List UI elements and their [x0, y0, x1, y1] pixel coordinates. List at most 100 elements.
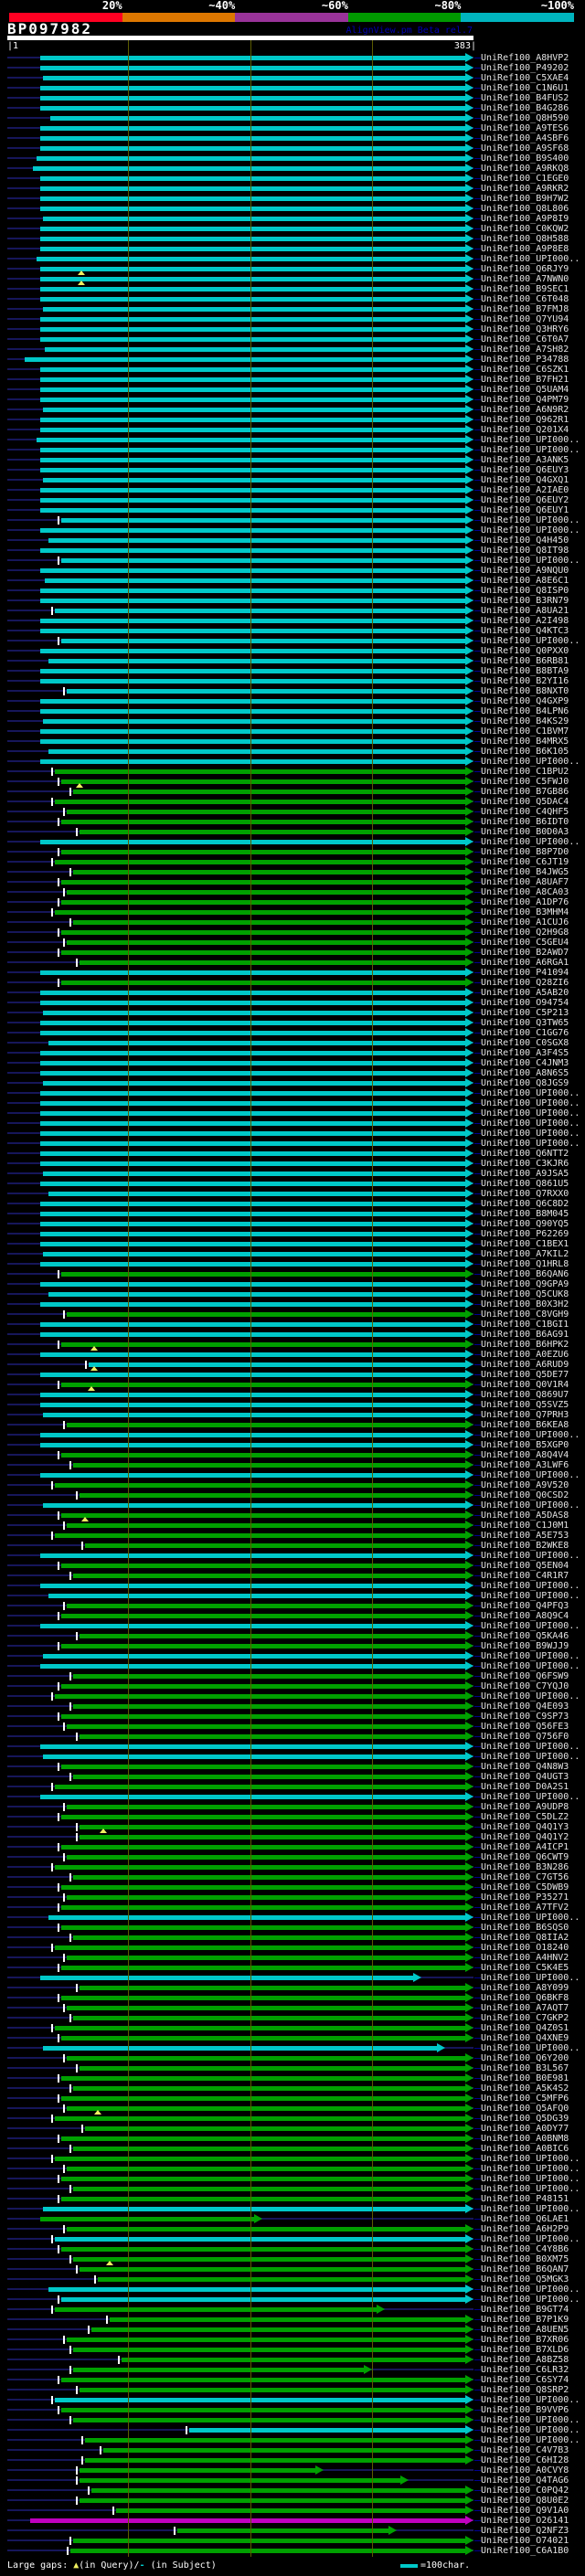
alignment-arrow-icon[interactable]	[465, 164, 473, 173]
alignment-bar[interactable]	[61, 2076, 465, 2081]
alignment-arrow-icon[interactable]	[465, 204, 473, 213]
alignment-arrow-icon[interactable]	[465, 224, 473, 233]
subject-label[interactable]: UniRef100_B6RB81	[481, 656, 569, 666]
alignment-arrow-icon[interactable]	[465, 395, 473, 404]
alignment-bar[interactable]	[40, 398, 465, 402]
alignment-arrow-icon[interactable]	[465, 1792, 473, 1801]
subject-label[interactable]: UniRef100_A3ANK5	[481, 455, 569, 465]
subject-label[interactable]: UniRef100_Q4XNE9	[481, 2033, 569, 2043]
alignment-bar[interactable]	[40, 588, 465, 593]
alignment-arrow-icon[interactable]	[437, 2043, 445, 2052]
alignment-arrow-icon[interactable]	[465, 1209, 473, 1218]
alignment-arrow-icon[interactable]	[465, 938, 473, 947]
alignment-bar[interactable]	[73, 2016, 465, 2020]
subject-label[interactable]: UniRef100_A4HNV2	[481, 1953, 569, 1963]
alignment-arrow-icon[interactable]	[465, 1802, 473, 1811]
alignment-arrow-icon[interactable]	[465, 2244, 473, 2253]
alignment-arrow-icon[interactable]	[465, 777, 473, 786]
alignment-bar[interactable]	[48, 538, 465, 543]
alignment-bar[interactable]	[40, 970, 465, 975]
alignment-bar[interactable]	[80, 1835, 465, 1839]
alignment-bar[interactable]	[40, 337, 465, 342]
subject-label[interactable]: UniRef100_C4JNM3	[481, 1058, 569, 1068]
subject-label[interactable]: UniRef100_Q1HRL8	[481, 1259, 569, 1269]
alignment-bar[interactable]	[61, 1845, 465, 1850]
alignment-bar[interactable]	[70, 2549, 465, 2553]
subject-label[interactable]: UniRef100_UPI000..	[481, 1742, 580, 1752]
alignment-bar[interactable]	[61, 1966, 465, 1970]
alignment-bar[interactable]	[48, 1041, 465, 1045]
subject-label[interactable]: UniRef100_UPI000..	[481, 1973, 580, 1983]
alignment-bar[interactable]	[40, 1584, 465, 1588]
subject-label[interactable]: UniRef100_A8Q9C4	[481, 1611, 569, 1621]
subject-label[interactable]: UniRef100_Q4KTC3	[481, 626, 569, 636]
alignment-bar[interactable]	[40, 1373, 465, 1377]
alignment-arrow-icon[interactable]	[465, 616, 473, 625]
subject-label[interactable]: UniRef100_UPI000..	[481, 757, 580, 767]
alignment-arrow-icon[interactable]	[465, 284, 473, 293]
alignment-arrow-icon[interactable]	[465, 1018, 473, 1027]
subject-label[interactable]: UniRef100_Q4N8W3	[481, 1762, 569, 1772]
alignment-bar[interactable]	[40, 679, 465, 684]
alignment-bar[interactable]	[91, 2488, 465, 2493]
subject-label[interactable]: UniRef100_UPI000..	[481, 1621, 580, 1631]
subject-label[interactable]: UniRef100_Q0V1R4	[481, 1380, 569, 1390]
subject-label[interactable]: UniRef100_B6QAN7	[481, 2264, 569, 2274]
alignment-bar[interactable]	[73, 790, 465, 794]
alignment-bar[interactable]	[67, 2227, 465, 2231]
alignment-bar[interactable]	[80, 2388, 465, 2392]
subject-label[interactable]: UniRef100_O94754	[481, 998, 569, 1008]
subject-label[interactable]: UniRef100_A8BZ58	[481, 2355, 569, 2365]
subject-label[interactable]: UniRef100_Q4Z0S1	[481, 2023, 569, 2033]
alignment-bar[interactable]	[73, 1935, 465, 1940]
alignment-arrow-icon[interactable]	[465, 334, 473, 344]
subject-label[interactable]: UniRef100_P41094	[481, 968, 569, 978]
alignment-bar[interactable]	[61, 2177, 465, 2181]
subject-label[interactable]: UniRef100_A1DP76	[481, 897, 569, 907]
alignment-bar[interactable]	[80, 960, 465, 965]
alignment-bar[interactable]	[40, 1302, 465, 1307]
alignment-bar[interactable]	[40, 327, 465, 332]
alignment-arrow-icon[interactable]	[465, 1199, 473, 1208]
subject-label[interactable]: UniRef100_Q6CWT9	[481, 1852, 569, 1862]
alignment-bar[interactable]	[40, 1242, 465, 1246]
subject-label[interactable]: UniRef100_A9UDP8	[481, 1802, 569, 1812]
alignment-arrow-icon[interactable]	[465, 465, 473, 474]
alignment-arrow-icon[interactable]	[465, 1581, 473, 1590]
alignment-arrow-icon[interactable]	[465, 566, 473, 575]
subject-label[interactable]: UniRef100_C1BEX1	[481, 1239, 569, 1249]
alignment-arrow-icon[interactable]	[465, 1852, 473, 1861]
alignment-bar[interactable]	[61, 2136, 465, 2141]
alignment-arrow-icon[interactable]	[465, 797, 473, 806]
alignment-bar[interactable]	[61, 1714, 465, 1719]
subject-label[interactable]: UniRef100_A4SBF6	[481, 133, 569, 143]
alignment-arrow-icon[interactable]	[465, 1732, 473, 1741]
alignment-arrow-icon[interactable]	[465, 2104, 473, 2113]
subject-label[interactable]: UniRef100_C6SZK1	[481, 365, 569, 375]
alignment-bar[interactable]	[40, 1182, 465, 1186]
alignment-bar[interactable]	[40, 277, 465, 281]
subject-label[interactable]: UniRef100_UPI000..	[481, 2435, 580, 2445]
alignment-arrow-icon[interactable]	[465, 2355, 473, 2364]
subject-label[interactable]: UniRef100_B4FUS2	[481, 93, 569, 103]
subject-label[interactable]: UniRef100_C1GG76	[481, 1028, 569, 1038]
subject-label[interactable]: UniRef100_A0CVY8	[481, 2465, 569, 2475]
alignment-bar[interactable]	[73, 2086, 465, 2091]
alignment-arrow-icon[interactable]	[465, 515, 473, 525]
alignment-bar[interactable]	[40, 1443, 465, 1447]
subject-label[interactable]: UniRef100_UPI000..	[481, 254, 580, 264]
subject-label[interactable]: UniRef100_A8Y099	[481, 1983, 569, 1993]
subject-label[interactable]: UniRef100_UPI000..	[481, 1088, 580, 1098]
subject-label[interactable]: UniRef100_A7SH82	[481, 345, 569, 355]
subject-label[interactable]: UniRef100_B3RN79	[481, 596, 569, 606]
alignment-bar[interactable]	[40, 196, 465, 201]
alignment-arrow-icon[interactable]	[465, 656, 473, 665]
alignment-bar[interactable]	[61, 1453, 465, 1458]
alignment-arrow-icon[interactable]	[465, 1551, 473, 1560]
alignment-arrow-icon[interactable]	[465, 385, 473, 394]
alignment-arrow-icon[interactable]	[465, 1933, 473, 1942]
subject-label[interactable]: UniRef100_Q6EUY2	[481, 495, 569, 505]
subject-label[interactable]: UniRef100_Q8ISP0	[481, 586, 569, 596]
alignment-bar[interactable]	[43, 307, 465, 312]
alignment-bar[interactable]	[67, 1895, 465, 1900]
